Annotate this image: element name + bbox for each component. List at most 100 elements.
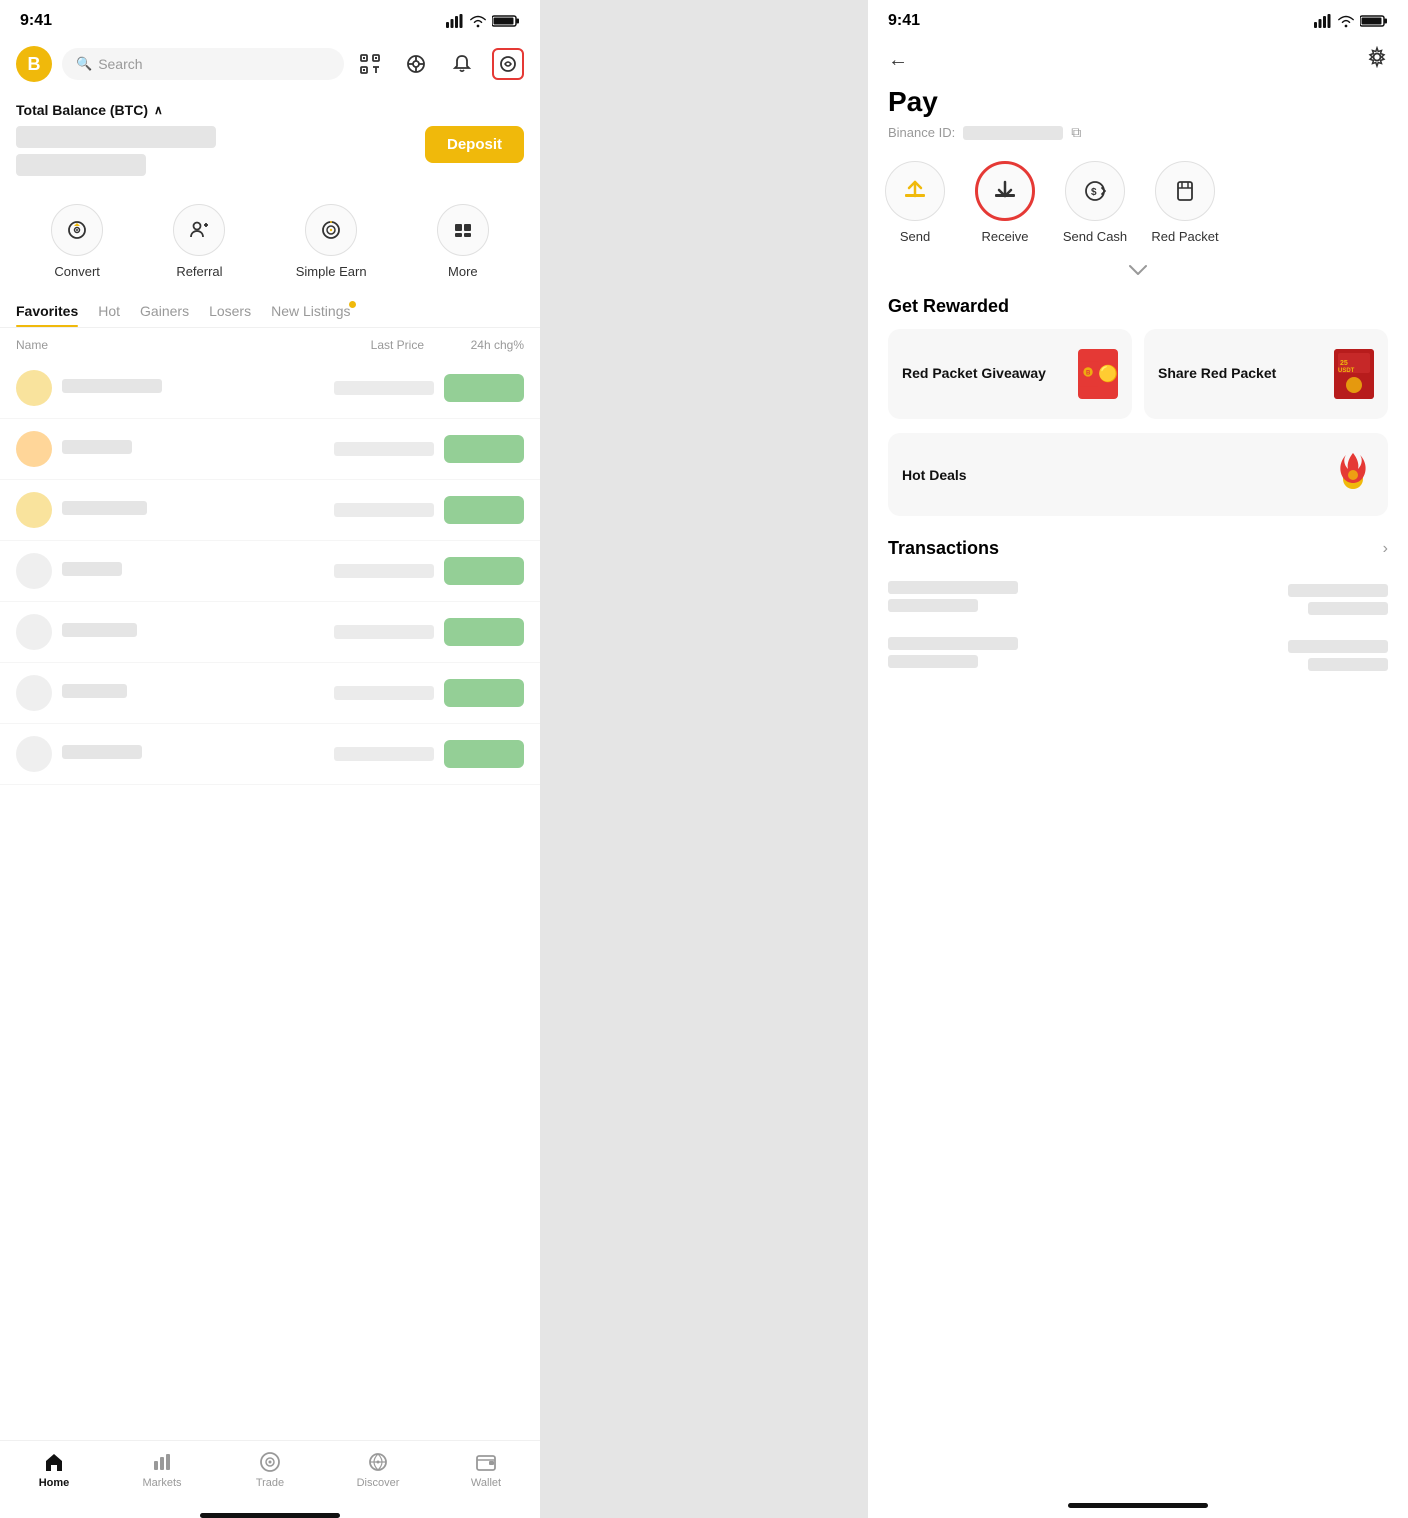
nav-discover-label: Discover [357,1477,400,1489]
tab-losers[interactable]: Losers [209,295,251,327]
binance-id-label: Binance ID: [888,125,955,140]
tab-favorites[interactable]: Favorites [16,295,78,327]
price-blur [334,381,434,395]
coin-icon [16,492,52,528]
quick-action-referral[interactable]: Referral [173,204,225,279]
coin-name-block [62,562,334,580]
get-rewarded-title: Get Rewarded [868,288,1408,329]
tab-hot[interactable]: Hot [98,295,120,327]
red-packet-giveaway-card[interactable]: Red Packet Giveaway B [888,329,1132,419]
simple-earn-icon [305,204,357,256]
pay-action-send[interactable]: Send [880,161,950,244]
share-red-packet-card[interactable]: Share Red Packet 25 USDT [1144,329,1388,419]
send-cash-label: Send Cash [1063,229,1127,244]
price-blur [334,686,434,700]
discover-icon [367,1451,389,1473]
balance-caret-icon[interactable]: ∧ [154,103,163,117]
signal-icon [446,14,464,28]
market-row[interactable] [0,724,540,785]
nav-discover[interactable]: Discover [324,1451,432,1489]
search-bar[interactable]: 🔍 Search [62,48,344,80]
coin-name-block [62,440,334,458]
quick-action-simple-earn[interactable]: Simple Earn [296,204,367,279]
pay-action-red-packet[interactable]: Red Packet [1150,161,1220,244]
balance-label: Total Balance (BTC) ∧ [16,102,524,118]
pay-action-receive[interactable]: Receive [970,161,1040,244]
coin-name-block [62,745,334,763]
bell-icon[interactable] [446,48,478,80]
nav-markets-label: Markets [142,1477,181,1489]
settings-button[interactable] [1366,46,1388,74]
transactions-header: Transactions › [868,530,1408,571]
back-button[interactable]: ← [888,49,908,72]
transaction-row[interactable] [888,571,1388,627]
svg-text:$: $ [1091,187,1097,198]
nav-home[interactable]: Home [0,1451,108,1489]
pay-action-send-cash[interactable]: $ Send Cash [1060,161,1130,244]
search-placeholder: Search [98,56,142,72]
red-packet-action-icon [1155,161,1215,221]
nav-markets[interactable]: Markets [108,1451,216,1489]
market-rows [0,358,540,1440]
change-badge [444,496,524,524]
transactions-arrow-icon[interactable]: › [1383,540,1388,558]
binance-id-value [963,126,1063,140]
share-red-packet-icon: 25 USDT [1334,349,1374,399]
price-blur [334,625,434,639]
coin-name-block [62,684,334,702]
home-indicator-left [200,1513,340,1518]
copy-icon[interactable]: ⧉ [1071,124,1081,141]
quick-action-convert[interactable]: Convert [51,204,103,279]
red-packet-giveaway-icon: B [1078,349,1118,399]
home-icon [43,1451,65,1473]
nav-trade[interactable]: Trade [216,1451,324,1489]
convert-label: Convert [54,264,100,279]
chevron-down-row[interactable] [868,260,1408,288]
market-row[interactable] [0,663,540,724]
binance-logo[interactable]: B [16,46,52,82]
send-icon [885,161,945,221]
market-row[interactable] [0,541,540,602]
send-cash-icon: $ [1065,161,1125,221]
red-packet-giveaway-label: Red Packet Giveaway [902,364,1046,384]
market-row[interactable] [0,602,540,663]
market-row[interactable] [0,419,540,480]
more-icon [437,204,489,256]
battery-icon [492,14,520,28]
header-price: Last Price [304,338,424,352]
tab-new-listings[interactable]: New Listings [271,295,350,327]
page-title: Pay [868,86,1408,124]
balance-row: Deposit [16,126,524,182]
status-icons-left [446,14,520,28]
time-left: 9:41 [20,12,52,30]
wallet-icon [475,1451,497,1473]
scan-icon[interactable] [354,48,386,80]
more-label: More [448,264,478,279]
quick-action-more[interactable]: More [437,204,489,279]
market-row-left [16,492,334,528]
market-row[interactable] [0,358,540,419]
tab-gainers[interactable]: Gainers [140,295,189,327]
nav-home-label: Home [39,1477,70,1489]
transaction-row[interactable] [888,627,1388,683]
change-badge [444,435,524,463]
status-icons-right [1314,14,1388,28]
pay-icon-button[interactable] [492,48,524,80]
deposit-button[interactable]: Deposit [425,126,524,163]
coin-icon [16,736,52,772]
red-packet-label: Red Packet [1151,229,1218,244]
market-row[interactable] [0,480,540,541]
hot-deals-label: Hot Deals [902,467,967,483]
time-right: 9:41 [888,12,920,30]
price-blur [334,442,434,456]
topbar-icons [354,48,524,80]
support-icon[interactable] [400,48,432,80]
market-tabs: Favorites Hot Gainers Losers New Listing… [0,295,540,328]
balance-amount-blur [16,126,216,148]
transaction-right [1288,584,1388,615]
market-row-left [16,370,334,406]
change-badge [444,557,524,585]
battery-icon-right [1360,14,1388,28]
hot-deals-card[interactable]: Hot Deals [888,433,1388,516]
nav-wallet[interactable]: Wallet [432,1451,540,1489]
